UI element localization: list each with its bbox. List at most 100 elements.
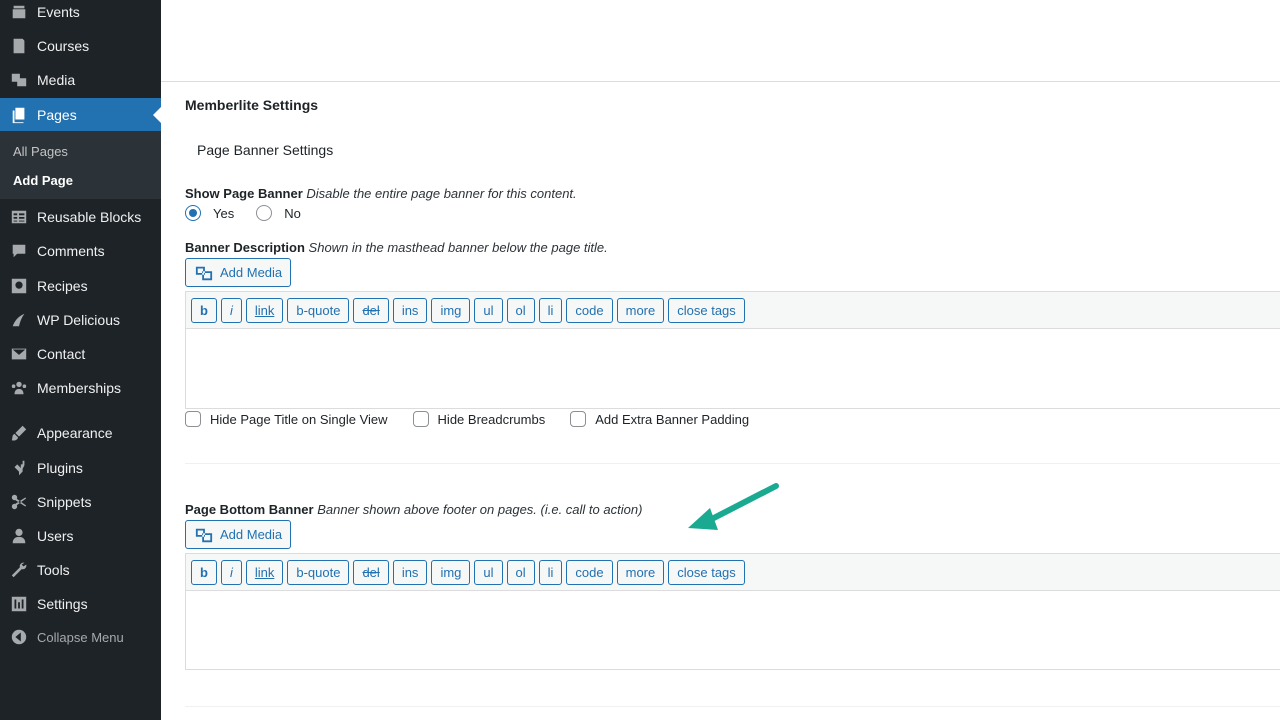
sidebar-item-label: Memberships <box>37 380 122 396</box>
sidebar-item-recipes[interactable]: Recipes <box>0 269 161 303</box>
sidebar-item-label: Events <box>37 4 80 20</box>
sidebar-item-wp-delicious[interactable]: WP Delicious <box>0 303 161 337</box>
sidebar-item-events[interactable]: Events <box>0 0 161 29</box>
hide-breadcrumbs-label[interactable]: Hide Breadcrumbs <box>438 412 546 427</box>
radio-no-label[interactable]: No <box>284 206 301 221</box>
radio-yes-label[interactable]: Yes <box>213 206 234 221</box>
sidebar-item-contact[interactable]: Contact <box>0 337 161 371</box>
toolbar-button-ol[interactable]: ol <box>506 559 535 585</box>
toolbar-button-img[interactable]: img <box>431 297 471 323</box>
sidebar-item-memberships[interactable]: Memberships <box>0 371 161 405</box>
comment-icon <box>9 241 29 261</box>
sidebar-item-settings[interactable]: Settings <box>0 587 161 621</box>
hide-breadcrumbs-checkbox[interactable] <box>412 411 429 427</box>
toolbar-button-close-tags[interactable]: close tags <box>668 297 745 323</box>
extra-padding-label[interactable]: Add Extra Banner Padding <box>595 412 749 427</box>
submenu-add-page[interactable]: Add Page <box>13 173 73 188</box>
toolbar-button-code[interactable]: code <box>566 297 613 323</box>
toolbar-button-ul[interactable]: ul <box>474 559 503 585</box>
sidebar-item-label: Media <box>37 72 76 88</box>
settings-icon <box>9 594 29 614</box>
sidebar-item-label: Snippets <box>37 494 92 510</box>
toolbar-button-li[interactable]: li <box>538 559 563 585</box>
toolbar-button-ol[interactable]: ol <box>506 297 535 323</box>
toolbar-button-img[interactable]: img <box>431 559 471 585</box>
section-divider <box>185 463 1280 464</box>
sidebar-item-label: Tools <box>37 562 70 578</box>
banner-description-editor: b i link b-quote del ins img ul ol li code more clos… <box>185 291 1280 409</box>
admin-sidebar: Events Courses Media Pages All Pages Add… <box>0 0 161 720</box>
editor-textarea[interactable] <box>186 329 1280 408</box>
delicious-icon <box>9 310 29 330</box>
sidebar-item-reusable-blocks[interactable]: Reusable Blocks <box>0 200 161 234</box>
add-media-label: Add Media <box>220 265 283 280</box>
toolbar-button-b-quote[interactable]: b-quote <box>287 559 350 585</box>
toolbar-button-del[interactable]: del <box>353 297 389 323</box>
bottom-banner-editor: b i link b-quote del ins img ul ol li code more clos… <box>185 553 1280 670</box>
sidebar-item-snippets[interactable]: Snippets <box>0 485 161 519</box>
annotation-arrow <box>688 483 779 530</box>
toolbar-button-more[interactable]: more <box>616 559 665 585</box>
toolbar-button-i[interactable]: i <box>220 559 242 585</box>
sidebar-item-label: Recipes <box>37 278 88 294</box>
radio-yes[interactable] <box>185 205 201 221</box>
sidebar-item-label: Pages <box>37 107 77 123</box>
radio-no[interactable] <box>256 205 273 221</box>
submenu-all-pages[interactable]: All Pages <box>13 144 68 159</box>
bottom-banner-description: Banner shown above footer on pages. (i.e… <box>317 502 643 517</box>
sidebar-item-users[interactable]: Users <box>0 519 161 553</box>
toolbar-button-link[interactable]: link <box>245 559 284 585</box>
sidebar-item-comments[interactable]: Comments <box>0 234 161 268</box>
add-media-icon <box>195 526 213 544</box>
hide-title-checkbox[interactable] <box>185 411 201 427</box>
show-banner-description: Disable the entire page banner for this … <box>306 186 577 201</box>
pages-submenu: All Pages Add Page <box>0 131 161 199</box>
blocks-icon <box>9 207 29 227</box>
user-icon <box>9 526 29 546</box>
toolbar-button-ins[interactable]: ins <box>392 297 428 323</box>
toolbar-button-i[interactable]: i <box>220 297 242 323</box>
toolbar-button-link[interactable]: link <box>245 297 284 323</box>
toolbar-button-del[interactable]: del <box>353 559 389 585</box>
toolbar-button-close-tags[interactable]: close tags <box>668 559 745 585</box>
sidebar-item-label: Plugins <box>37 460 83 476</box>
sidebar-item-courses[interactable]: Courses <box>0 29 161 63</box>
metabox-title: Memberlite Settings <box>185 97 319 113</box>
add-media-button[interactable]: Add Media <box>185 258 291 287</box>
toolbar-button-ins[interactable]: ins <box>392 559 428 585</box>
hide-title-label[interactable]: Hide Page Title on Single View <box>210 412 388 427</box>
toolbar-button-more[interactable]: more <box>616 297 665 323</box>
toolbar-button-b-quote[interactable]: b-quote <box>287 297 350 323</box>
sidebar-item-label: Reusable Blocks <box>37 209 142 225</box>
sidebar-item-label: Users <box>37 528 74 544</box>
toolbar-button-ul[interactable]: ul <box>474 297 503 323</box>
add-media-button-bottom[interactable]: Add Media <box>185 520 291 549</box>
wrench-icon <box>9 560 29 580</box>
bottom-banner-label: Page Bottom Banner Banner shown above fo… <box>185 502 642 517</box>
pages-icon <box>9 105 29 125</box>
extra-padding-checkbox[interactable] <box>570 411 587 427</box>
toolbar-button-b[interactable]: b <box>191 559 217 585</box>
editor-textarea[interactable] <box>186 591 1280 669</box>
editor-toolbar: b i link b-quote del ins img ul ol li code more clos… <box>186 554 1280 591</box>
show-banner-radio-group: Yes No <box>185 205 323 221</box>
sidebar-item-label: Appearance <box>37 425 113 441</box>
groups-icon <box>9 378 29 398</box>
sidebar-item-pages[interactable]: Pages <box>0 98 161 132</box>
sidebar-item-plugins[interactable]: Plugins <box>0 451 161 485</box>
toolbar-button-li[interactable]: li <box>538 297 563 323</box>
collapse-menu-button[interactable]: Collapse Menu <box>0 620 161 654</box>
sidebar-item-label: WP Delicious <box>37 312 120 328</box>
sidebar-item-appearance[interactable]: Appearance <box>0 416 161 450</box>
sidebar-item-label: Contact <box>37 346 86 362</box>
section-divider <box>185 706 1280 707</box>
mail-icon <box>9 344 29 364</box>
sidebar-item-tools[interactable]: Tools <box>0 553 161 587</box>
add-media-label: Add Media <box>220 527 283 542</box>
sidebar-item-media[interactable]: Media <box>0 63 161 97</box>
brush-icon <box>9 423 29 443</box>
toolbar-button-code[interactable]: code <box>566 559 613 585</box>
show-banner-title: Show Page Banner <box>185 186 303 201</box>
banner-description-label: Banner Description Shown in the masthead… <box>185 240 608 255</box>
toolbar-button-b[interactable]: b <box>191 297 217 323</box>
